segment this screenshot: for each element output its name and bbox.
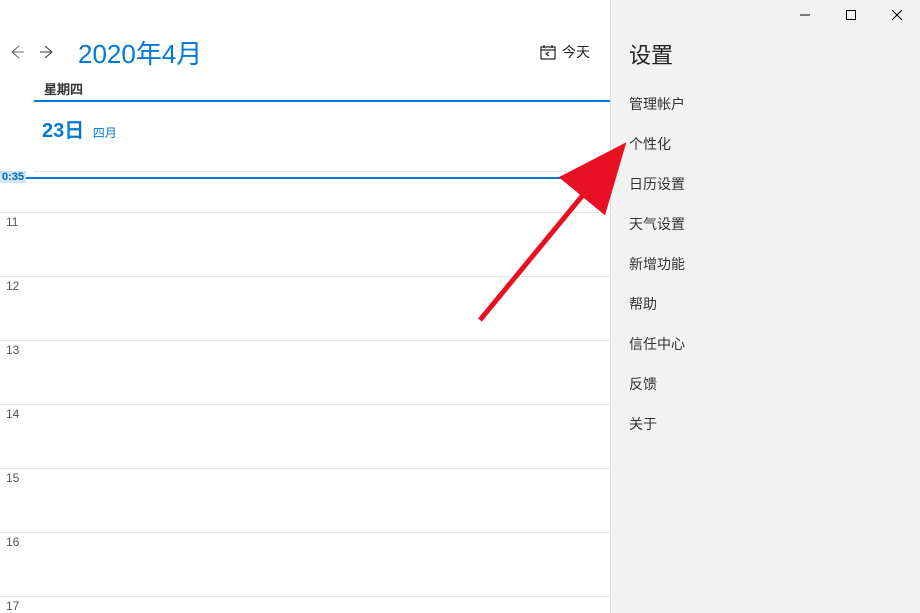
hour-label: 15 xyxy=(6,471,32,485)
maximize-icon xyxy=(846,10,856,20)
close-icon xyxy=(892,10,902,20)
time-row[interactable]: 13 xyxy=(0,340,610,404)
settings-item-calendar[interactable]: 日历设置 xyxy=(611,164,920,204)
time-row[interactable]: 12 xyxy=(0,276,610,340)
time-slot[interactable] xyxy=(34,341,610,404)
weekday-label: 星期四 xyxy=(44,79,83,98)
time-slot[interactable] xyxy=(34,277,610,340)
hour-label: 17 xyxy=(6,599,32,613)
settings-item-weather[interactable]: 天气设置 xyxy=(611,204,920,244)
date-number: 23日 xyxy=(42,120,84,142)
maximize-button[interactable] xyxy=(828,0,874,30)
today-label: 今天 xyxy=(562,42,590,62)
date-cell[interactable]: 23日 四月 xyxy=(34,104,610,172)
settings-item-feedback[interactable]: 反馈 xyxy=(611,364,920,404)
time-slot[interactable] xyxy=(34,597,610,613)
time-row[interactable]: 14 xyxy=(0,404,610,468)
arrow-right-icon xyxy=(39,43,57,61)
hour-label: 11 xyxy=(6,215,32,229)
time-row[interactable]: 11 xyxy=(0,212,610,276)
settings-item-trust[interactable]: 信任中心 xyxy=(611,324,920,364)
current-time-label: 0:35 xyxy=(0,171,26,183)
date-month: 四月 xyxy=(93,126,117,140)
today-button[interactable]: 今天 xyxy=(530,30,600,74)
arrow-left-icon xyxy=(7,43,25,61)
settings-item-whatsnew[interactable]: 新增功能 xyxy=(611,244,920,284)
time-row[interactable]: 17 xyxy=(0,596,610,613)
current-time-line xyxy=(0,177,610,179)
settings-item-help[interactable]: 帮助 xyxy=(611,284,920,324)
time-grid: 11 12 13 14 15 16 17 xyxy=(0,172,610,613)
next-button[interactable] xyxy=(32,30,64,74)
hour-label: 16 xyxy=(6,535,32,549)
minimize-icon xyxy=(800,10,810,20)
weekday-header: 星期四 xyxy=(34,78,610,102)
settings-item-personalization[interactable]: 个性化 xyxy=(611,124,920,164)
settings-item-accounts[interactable]: 管理帐户 xyxy=(611,84,920,124)
time-row[interactable]: 16 xyxy=(0,532,610,596)
month-title[interactable]: 2020年4月 xyxy=(78,34,202,71)
settings-item-about[interactable]: 关于 xyxy=(611,404,920,444)
time-slot[interactable] xyxy=(34,405,610,468)
settings-title: 设置 xyxy=(611,30,920,84)
time-slot[interactable] xyxy=(34,533,610,596)
prev-button[interactable] xyxy=(0,30,32,74)
hour-label: 13 xyxy=(6,343,32,357)
settings-panel: 设置 管理帐户 个性化 日历设置 天气设置 新增功能 帮助 信任中心 反馈 关于 xyxy=(610,0,920,613)
time-row[interactable]: 15 xyxy=(0,468,610,532)
time-slot[interactable] xyxy=(34,469,610,532)
hour-label: 12 xyxy=(6,279,32,293)
time-slot[interactable] xyxy=(34,213,610,276)
calendar-today-icon xyxy=(540,44,556,60)
minimize-button[interactable] xyxy=(782,0,828,30)
hour-label: 14 xyxy=(6,407,32,421)
close-button[interactable] xyxy=(874,0,920,30)
